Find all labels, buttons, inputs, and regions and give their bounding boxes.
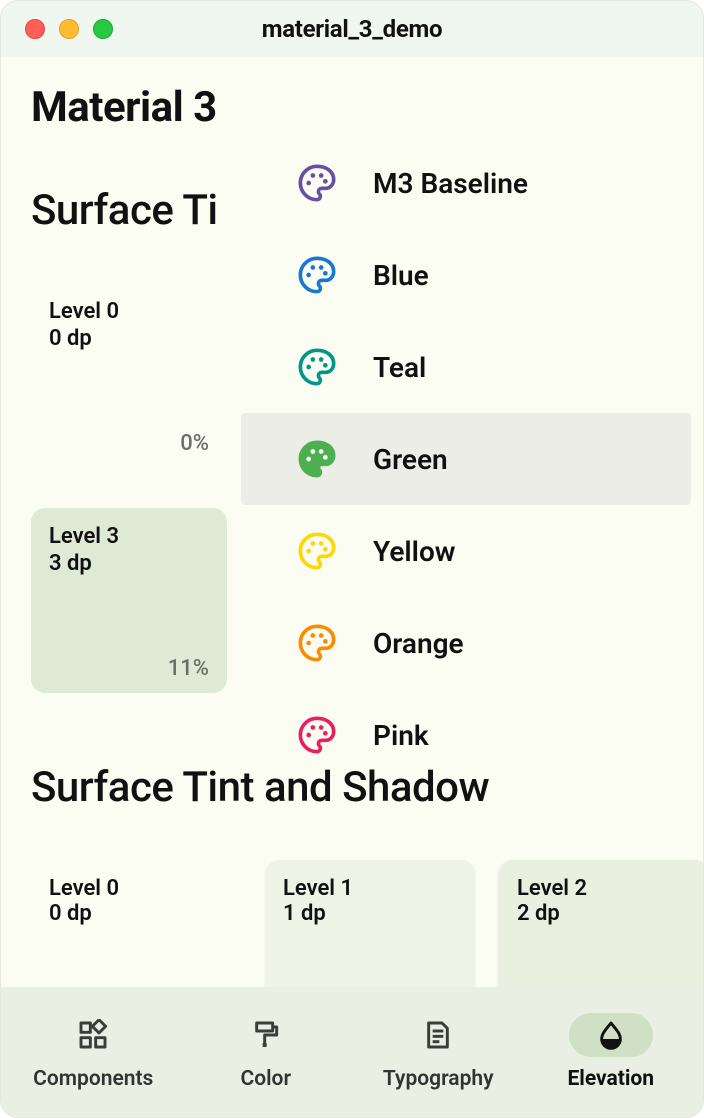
tile-dp: 2 dp [517,901,691,926]
nav-label: Typography [383,1067,494,1091]
window-title: material_3_demo [1,15,703,43]
color-option[interactable]: Orange [241,597,691,689]
color-option[interactable]: Yellow [241,505,691,597]
page-title: Material 3 [31,83,673,132]
nav-tab-components[interactable]: Components [7,1013,180,1091]
elevation-tile-3: Level 3 3 dp 11% [31,508,227,693]
color-option-label: Orange [373,627,464,660]
titlebar: material_3_demo [1,1,703,57]
tile-dp: 0 dp [49,326,209,351]
nav-tab-typography[interactable]: Typography [352,1013,525,1091]
opacity-icon [569,1013,653,1057]
elevation-tile-s0: Level 0 0 dp [31,860,241,987]
tile-pct: 0% [180,431,209,456]
color-option-label: Teal [373,351,426,384]
elevation-tile-0: Level 0 0 dp 0% [31,283,227,468]
nav-label: Components [33,1067,153,1091]
app-window: material_3_demo Material 3 Surface Ti Le… [0,0,704,1118]
palette-icon [297,347,337,387]
color-option[interactable]: Green [241,413,691,505]
tile-dp: 3 dp [49,551,209,576]
bottom-navigation: Components Color Typography Elevation [1,987,703,1117]
tile-pct: 11% [168,656,209,681]
nav-tab-elevation[interactable]: Elevation [525,1013,698,1091]
palette-icon [297,715,337,755]
shadow-row: Level 0 0 dp Level 1 1 dp Level 2 2 dp [31,860,673,987]
nav-tab-color[interactable]: Color [180,1013,353,1091]
palette-icon [297,255,337,295]
palette-icon [297,623,337,663]
tile-level: Level 3 [49,524,209,549]
color-option-label: Pink [373,719,429,752]
format_paint-icon [224,1013,308,1057]
tile-dp: 0 dp [49,901,223,926]
nav-label: Color [240,1067,291,1091]
color-picker-menu: M3 Baseline Blue Teal Green Yellow Orang… [241,137,691,781]
elevation-tile-s2: Level 2 2 dp [499,860,703,987]
color-option[interactable]: Pink [241,689,691,781]
nav-label: Elevation [567,1067,654,1091]
text_snippet-icon [396,1013,480,1057]
color-option-label: Yellow [373,535,455,568]
content-area: Material 3 Surface Ti Level 0 0 dp 0% Le… [1,57,703,987]
tile-level: Level 2 [517,876,691,901]
palette-icon [297,531,337,571]
palette-icon [297,163,337,203]
color-option-label: Green [373,443,448,476]
palette-icon [297,439,337,479]
color-option-label: Blue [373,259,429,292]
color-option[interactable]: Blue [241,229,691,321]
tile-level: Level 1 [283,876,457,901]
tile-level: Level 0 [49,299,209,324]
color-option[interactable]: Teal [241,321,691,413]
color-option-label: M3 Baseline [373,167,528,200]
tile-level: Level 0 [49,876,223,901]
color-option[interactable]: M3 Baseline [241,137,691,229]
tile-dp: 1 dp [283,901,457,926]
elevation-tile-s1: Level 1 1 dp [265,860,475,987]
widgets-icon [51,1013,135,1057]
